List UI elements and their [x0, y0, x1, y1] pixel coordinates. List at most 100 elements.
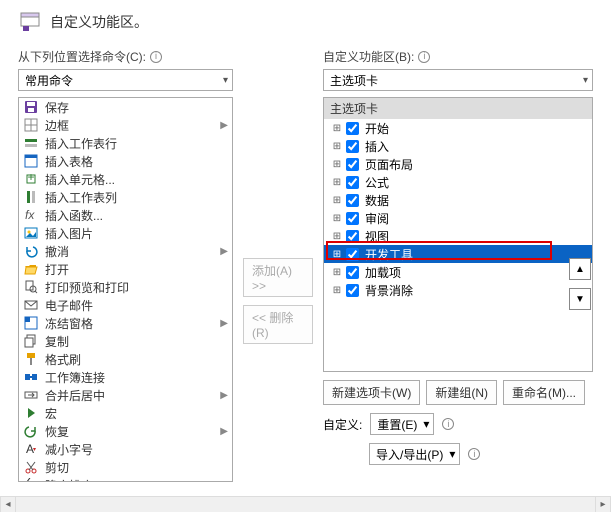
tab-checkbox[interactable]	[346, 158, 359, 171]
insrow-icon	[23, 135, 39, 151]
command-item[interactable]: +插入单元格...	[19, 170, 232, 188]
command-label: 插入函数...	[45, 207, 228, 224]
command-item[interactable]: 恢复▶	[19, 422, 232, 440]
tab-checkbox[interactable]	[346, 230, 359, 243]
link-icon	[23, 369, 39, 385]
tree-item[interactable]: ⊞ 开发工具	[324, 245, 592, 263]
tab-label: 数据	[363, 192, 389, 209]
command-item[interactable]: 格式刷	[19, 350, 232, 368]
command-item[interactable]: A减小字号	[19, 440, 232, 458]
command-label: 格式刷	[45, 351, 228, 368]
tab-label: 视图	[363, 228, 389, 245]
command-item[interactable]: fx 插入函数...	[19, 206, 232, 224]
info-icon[interactable]: i	[418, 51, 430, 63]
info-icon[interactable]: i	[468, 448, 480, 460]
tab-checkbox[interactable]	[346, 194, 359, 207]
ribbon-target-combo[interactable]: 主选项卡 ▾	[323, 69, 593, 91]
new-group-button[interactable]: 新建组(N)	[426, 380, 497, 405]
move-up-button[interactable]: ▲	[569, 258, 591, 280]
expand-icon[interactable]: ⊞	[332, 141, 342, 152]
chevron-down-icon: ▾	[423, 417, 429, 431]
add-button[interactable]: 添加(A) >>	[243, 258, 313, 297]
new-tab-button[interactable]: 新建选项卡(W)	[323, 380, 420, 405]
command-item[interactable]: 保存	[19, 98, 232, 116]
command-item[interactable]: 工作簿连接	[19, 368, 232, 386]
dialog-header: 自定义功能区。	[18, 10, 593, 34]
tree-item[interactable]: ⊞ 页面布局	[324, 155, 592, 173]
command-item[interactable]: 电子邮件	[19, 296, 232, 314]
tree-item[interactable]: ⊞ 视图	[324, 227, 592, 245]
inscell-icon: +	[23, 171, 39, 187]
reset-dropdown[interactable]: 重置(E) ▾	[370, 413, 434, 435]
tree-item[interactable]: ⊞背景消除	[324, 281, 592, 299]
ribbon-tree[interactable]: 主选项卡 ⊞开始⊞插入⊞页面布局⊞公式⊞数据⊞审阅⊞视图⊞开发工具⊞加载项⊞背景…	[323, 97, 593, 372]
command-item[interactable]: 打印预览和打印	[19, 278, 232, 296]
scroll-right-icon[interactable]: ▸	[595, 497, 611, 512]
tab-checkbox[interactable]	[346, 284, 359, 297]
command-label: 工作簿连接	[45, 369, 228, 386]
expand-icon[interactable]: ⊞	[332, 267, 342, 278]
command-item[interactable]: 插入表格	[19, 152, 232, 170]
command-item[interactable]: 插入工作表行	[19, 134, 232, 152]
command-item[interactable]: ZA降序排序	[19, 476, 232, 482]
mail-icon	[23, 297, 39, 313]
expand-icon[interactable]: ⊞	[332, 159, 342, 170]
tab-label: 公式	[363, 174, 389, 191]
tab-label: 加载项	[363, 264, 401, 281]
command-label: 复制	[45, 333, 228, 350]
import-export-dropdown[interactable]: 导入/导出(P) ▾	[369, 443, 460, 465]
command-item[interactable]: 插入工作表列	[19, 188, 232, 206]
tree-item[interactable]: ⊞ 数据	[324, 191, 592, 209]
scroll-left-icon[interactable]: ◂	[0, 497, 16, 512]
move-down-button[interactable]: ▼	[569, 288, 591, 310]
command-item[interactable]: 边框▶	[19, 116, 232, 134]
command-item[interactable]: 宏	[19, 404, 232, 422]
command-item[interactable]: 复制	[19, 332, 232, 350]
fx-icon: fx	[23, 207, 39, 223]
expand-icon[interactable]: ⊞	[332, 285, 342, 296]
submenu-indicator-icon: ▶	[220, 120, 228, 131]
expand-icon[interactable]: ⊞	[332, 249, 342, 260]
tree-item[interactable]: ⊞插入	[324, 137, 592, 155]
command-item[interactable]: 撤消▶	[19, 242, 232, 260]
command-label: 撤消	[45, 243, 228, 260]
tab-checkbox[interactable]	[346, 212, 359, 225]
tree-item[interactable]: ⊞审阅	[324, 209, 592, 227]
expand-icon[interactable]: ⊞	[332, 213, 342, 224]
redo-icon	[23, 423, 39, 439]
instbl-icon	[23, 153, 39, 169]
expand-icon[interactable]: ⊞	[332, 177, 342, 188]
expand-icon[interactable]: ⊞	[332, 123, 342, 134]
command-item[interactable]: 冻结窗格▶	[19, 314, 232, 332]
tree-item[interactable]: ⊞ 公式	[324, 173, 592, 191]
freeze-icon	[23, 315, 39, 331]
tab-checkbox[interactable]	[346, 266, 359, 279]
horizontal-scrollbar[interactable]: ◂ ▸	[0, 496, 611, 512]
tab-checkbox[interactable]	[346, 122, 359, 135]
command-label: 插入表格	[45, 153, 228, 170]
expand-icon[interactable]: ⊞	[332, 195, 342, 206]
customize-ribbon-icon	[18, 10, 42, 34]
tab-checkbox[interactable]	[346, 176, 359, 189]
preview-icon	[23, 279, 39, 295]
tab-label: 页面布局	[363, 156, 413, 173]
tree-header: 主选项卡	[324, 98, 592, 119]
commands-source-combo[interactable]: 常用命令 ▾	[18, 69, 233, 91]
remove-button[interactable]: << 删除(R)	[243, 305, 313, 344]
info-icon[interactable]: i	[150, 51, 162, 63]
cut-icon	[23, 459, 39, 475]
command-item[interactable]: 剪切	[19, 458, 232, 476]
expand-icon[interactable]: ⊞	[332, 231, 342, 242]
info-icon[interactable]: i	[442, 418, 454, 430]
tab-checkbox[interactable]	[346, 248, 359, 261]
command-item[interactable]: 插入图片	[19, 224, 232, 242]
tab-label: 开发工具	[363, 246, 413, 263]
tree-item[interactable]: ⊞开始	[324, 119, 592, 137]
tree-item[interactable]: ⊞ 加载项	[324, 263, 592, 281]
command-item[interactable]: 打开	[19, 260, 232, 278]
rename-button[interactable]: 重命名(M)...	[503, 380, 585, 405]
tab-checkbox[interactable]	[346, 140, 359, 153]
command-label: 打印预览和打印	[45, 279, 228, 296]
commands-listbox[interactable]: 保存边框▶插入工作表行插入表格+插入单元格...插入工作表列fx 插入函数...插…	[18, 97, 233, 482]
command-item[interactable]: 合并后居中▶	[19, 386, 232, 404]
